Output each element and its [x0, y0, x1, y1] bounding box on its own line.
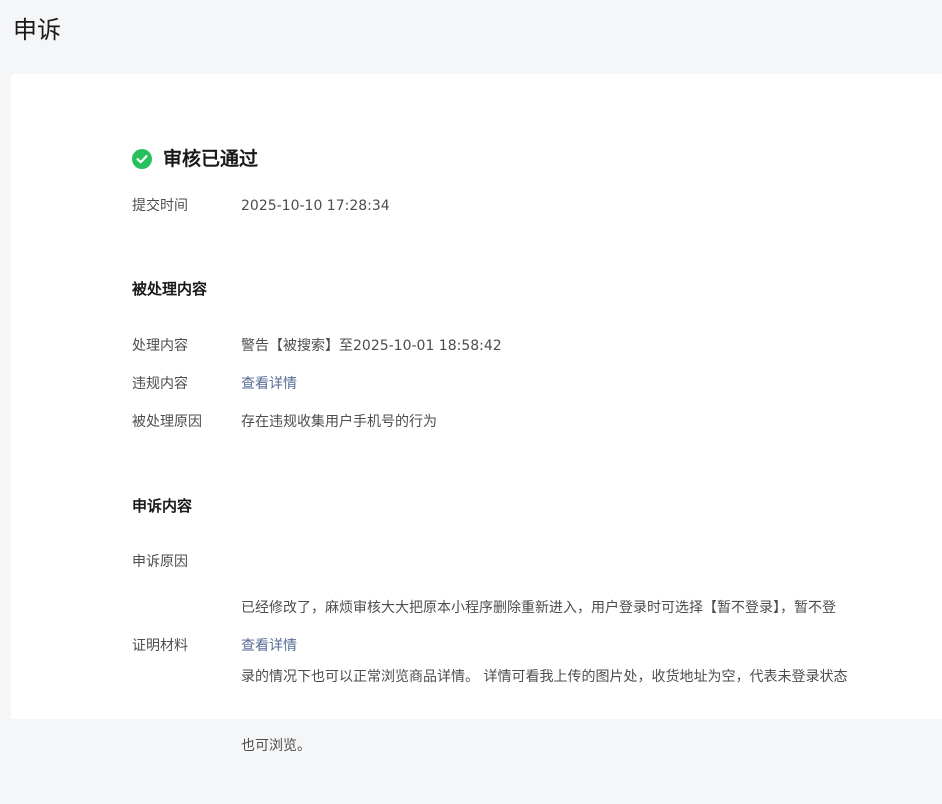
proof-material-label: 证明材料: [132, 638, 188, 654]
processed-content-row: 处理内容 警告【被搜索】至2025-10-01 18:58:42: [132, 335, 502, 358]
violation-content-row: 违规内容 查看详情: [132, 373, 297, 396]
check-circle-icon: [132, 149, 152, 169]
review-status-text: 审核已通过: [163, 148, 259, 170]
appeal-detail-card: 审核已通过 提交时间 2025-10-10 17:28:34 被处理内容 处理内…: [11, 74, 942, 754]
proof-material-row: 证明材料 查看详情: [132, 635, 297, 658]
violation-content-label: 违规内容: [132, 376, 188, 392]
violation-detail-link[interactable]: 查看详情: [241, 373, 297, 396]
review-status: 审核已通过: [132, 146, 258, 172]
proof-detail-link[interactable]: 查看详情: [241, 635, 297, 658]
processed-reason-row: 被处理原因 存在违规收集用户手机号的行为: [132, 411, 437, 434]
page-title: 申诉: [13, 16, 61, 44]
processed-reason-value: 存在违规收集用户手机号的行为: [241, 414, 437, 430]
appeal-reason-line: 已经修改了，麻烦审核大大把原本小程序删除重新进入，用户登录时可选择【暂不登录】，…: [241, 600, 836, 616]
processed-content-label: 处理内容: [132, 338, 188, 354]
appeal-section-title: 申诉内容: [132, 497, 193, 515]
appeal-reason-line: 也可浏览。: [241, 738, 311, 754]
processed-section-title: 被处理内容: [132, 280, 208, 298]
submit-time-label: 提交时间: [132, 198, 188, 214]
appeal-reason-line: 录的情况下也可以正常浏览商品详情。 详情可看我上传的图片处，收货地址为空，代表未…: [241, 669, 848, 685]
appeal-reason-value: 已经修改了，麻烦审核大大把原本小程序删除重新进入，用户登录时可选择【暂不登录】，…: [241, 551, 853, 804]
submit-time-row: 提交时间 2025-10-10 17:28:34: [132, 195, 390, 218]
appeal-reason-row: 申诉原因 已经修改了，麻烦审核大大把原本小程序删除重新进入，用户登录时可选择【暂…: [132, 551, 853, 804]
processed-reason-label: 被处理原因: [132, 414, 202, 430]
submit-time-value: 2025-10-10 17:28:34: [241, 198, 390, 214]
appeal-reason-label: 申诉原因: [132, 554, 188, 570]
processed-content-value: 警告【被搜索】至2025-10-01 18:58:42: [241, 338, 502, 354]
